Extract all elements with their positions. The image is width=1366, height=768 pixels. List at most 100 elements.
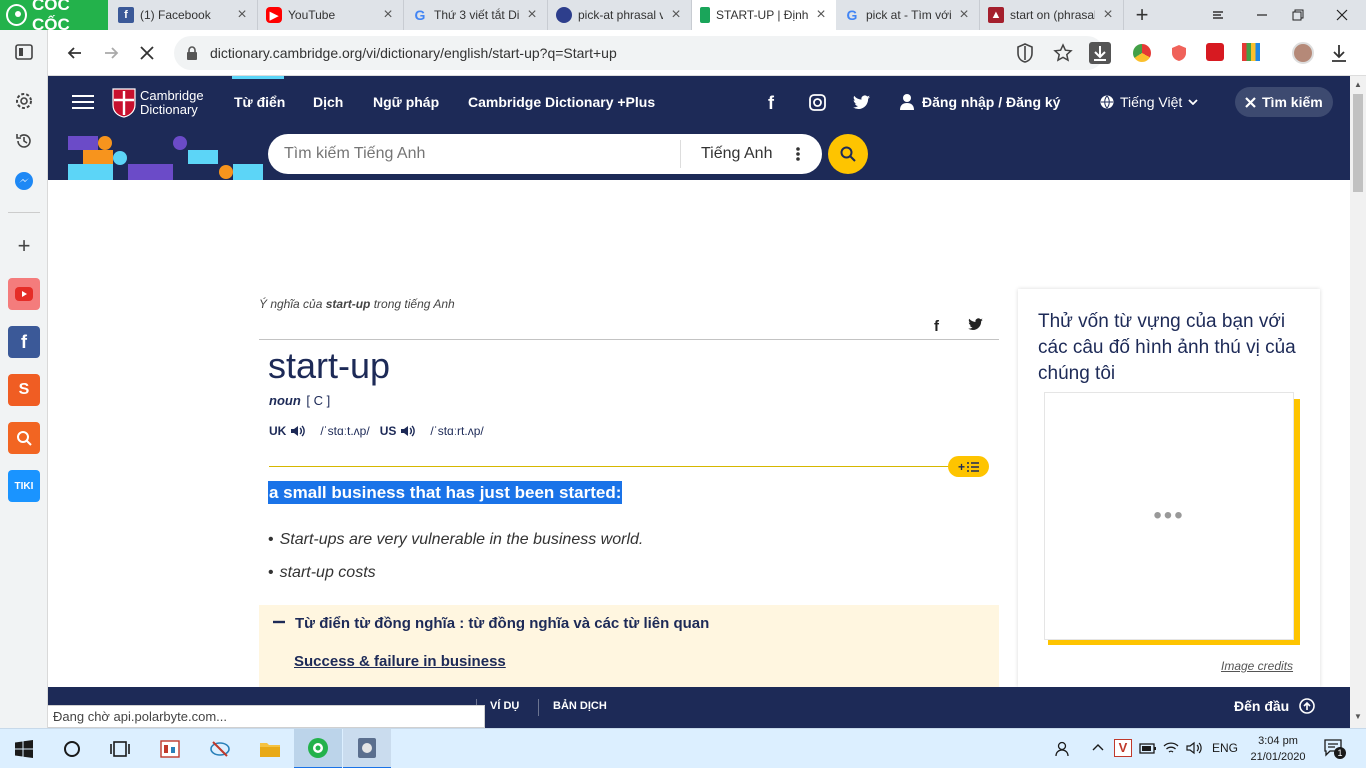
search-icon[interactable] — [8, 422, 40, 454]
add-to-wordlist-button[interactable]: + — [948, 456, 989, 477]
file-explorer-icon[interactable] — [246, 729, 294, 768]
downloads-arrow-icon[interactable] — [1330, 43, 1348, 63]
sidebar-toggle-icon[interactable] — [8, 36, 40, 68]
share-twitter-icon[interactable] — [968, 318, 983, 330]
adblock-icon[interactable] — [1171, 44, 1187, 62]
nav-grammar[interactable]: Ngữ pháp — [373, 76, 439, 128]
instagram-icon[interactable] — [809, 94, 826, 111]
clock[interactable]: 3:04 pm 21/01/2020 — [1248, 733, 1308, 765]
tab-pick-at[interactable]: pick-at phrasal v × — [548, 0, 692, 30]
close-tab-icon[interactable]: × — [1101, 6, 1115, 24]
page-scrollbar[interactable]: ▲ ▼ — [1350, 76, 1366, 728]
history-icon[interactable] — [8, 125, 40, 157]
back-to-top-button[interactable]: Đến đầu — [1234, 698, 1316, 714]
scroll-up-icon[interactable]: ▲ — [1354, 80, 1362, 89]
sync-extension-icon[interactable] — [1206, 43, 1224, 61]
tab-facebook[interactable]: f (1) Facebook × — [110, 0, 258, 30]
nav-dictionary-plus[interactable]: Cambridge Dictionary +Plus — [468, 76, 655, 128]
image-credits-link[interactable]: Image credits — [1221, 659, 1293, 673]
close-tab-icon[interactable]: × — [525, 6, 539, 24]
scrollbar-thumb[interactable] — [1353, 94, 1363, 192]
battery-icon[interactable] — [1139, 741, 1157, 755]
share-facebook-icon[interactable]: f — [934, 318, 939, 335]
input-language[interactable]: ENG — [1212, 741, 1238, 755]
search-input[interactable] — [284, 136, 680, 172]
nav-translate[interactable]: Dịch — [313, 76, 343, 128]
close-tab-icon[interactable]: × — [381, 6, 395, 24]
taskbar-app-2-icon[interactable] — [343, 729, 391, 768]
dictionary-selector[interactable]: Tiếng Anh — [681, 145, 801, 163]
close-tab-icon[interactable]: × — [814, 6, 828, 24]
action-center-icon[interactable]: 1 — [1324, 739, 1346, 759]
breadcrumb-word: start-up — [325, 297, 371, 311]
close-window-icon[interactable] — [1322, 0, 1362, 30]
shield-icon[interactable] — [1016, 43, 1034, 63]
minimize-icon[interactable] — [1242, 0, 1282, 30]
tab-title: START-UP | Định — [716, 8, 808, 22]
people-icon[interactable] — [1055, 741, 1071, 757]
settings-icon[interactable] — [8, 85, 40, 117]
more-options-icon — [796, 147, 801, 161]
close-tab-icon[interactable]: × — [235, 6, 249, 24]
twitter-icon[interactable] — [853, 95, 870, 109]
coccoc-taskbar-icon[interactable] — [294, 729, 342, 768]
tiki-icon[interactable]: TIKI — [8, 470, 40, 502]
cambridge-logo[interactable]: Cambridge Dictionary — [112, 88, 204, 118]
tab-google-1[interactable]: G Thứ 3 viết tắt Dif × — [404, 0, 548, 30]
dictionary-selector-label: Tiếng Anh — [701, 145, 773, 162]
definition: a small business that has just been star… — [268, 481, 623, 504]
back-icon[interactable] — [60, 38, 90, 68]
tab-google-2[interactable]: G pick at - Tìm với × — [836, 0, 980, 30]
thesaurus-link[interactable]: Success & failure in business — [294, 653, 506, 670]
youtube-icon[interactable] — [8, 278, 40, 310]
forward-icon[interactable] — [96, 38, 126, 68]
us-audio-icon[interactable] — [400, 425, 416, 437]
language-label: Tiếng Việt — [1120, 94, 1183, 110]
shopee-icon[interactable]: S — [8, 374, 40, 406]
nav-dictionary[interactable]: Từ điển — [234, 76, 285, 128]
volume-icon[interactable] — [1186, 741, 1204, 755]
browser-brand[interactable]: CỐC CỐC — [0, 0, 108, 34]
tab-list-icon[interactable] — [1198, 0, 1238, 30]
profile-avatar[interactable] — [1292, 42, 1314, 64]
colorful-extension-icon[interactable] — [1242, 43, 1260, 61]
collapse-icon[interactable] — [273, 616, 285, 628]
new-tab-icon[interactable]: + — [1130, 3, 1154, 27]
search-icon — [840, 146, 856, 162]
menu-icon[interactable] — [72, 94, 94, 110]
show-hidden-icons[interactable] — [1092, 743, 1104, 751]
wifi-icon[interactable] — [1163, 741, 1179, 755]
bookmark-star-icon[interactable] — [1053, 43, 1073, 63]
facebook-icon[interactable]: f — [768, 93, 774, 114]
taskbar-tool-icon[interactable] — [196, 729, 244, 768]
tab-start-on[interactable]: ▲ start on (phrasal × — [980, 0, 1124, 30]
chrome-extension-icon[interactable] — [1133, 44, 1151, 62]
download-icon[interactable] — [1089, 42, 1111, 64]
cortana-search-icon[interactable] — [48, 729, 96, 768]
windows-start-icon[interactable] — [0, 729, 48, 768]
scroll-down-icon[interactable]: ▼ — [1354, 712, 1362, 721]
uk-audio-icon[interactable] — [290, 425, 306, 437]
tab-start-up-active[interactable]: START-UP | Định × — [692, 0, 836, 30]
thesaurus-title[interactable]: Từ điển từ đồng nghĩa : từ đồng nghĩa và… — [295, 615, 709, 632]
nav-translations[interactable]: BẢN DỊCH — [553, 700, 607, 712]
facebook-icon[interactable]: f — [8, 326, 40, 358]
tab-title: pick-at phrasal v — [578, 8, 663, 22]
restore-icon[interactable] — [1278, 0, 1318, 30]
add-panel-icon[interactable]: + — [8, 230, 40, 262]
language-selector[interactable]: Tiếng Việt — [1100, 76, 1198, 128]
search-toggle-button[interactable]: Tìm kiếm — [1235, 87, 1333, 117]
tab-youtube[interactable]: ▶ YouTube × — [258, 0, 404, 30]
task-view-icon[interactable] — [96, 729, 144, 768]
quiz-image[interactable]: ••• — [1044, 392, 1294, 640]
taskbar-app-icon[interactable] — [146, 729, 194, 768]
search-submit-button[interactable] — [828, 134, 868, 174]
close-tab-icon[interactable]: × — [957, 6, 971, 24]
nav-examples[interactable]: VÍ DỤ — [490, 700, 519, 712]
url-field[interactable]: dictionary.cambridge.org/vi/dictionary/e… — [174, 36, 1104, 70]
unikey-icon[interactable]: V — [1114, 739, 1132, 757]
stop-loading-icon[interactable] — [132, 38, 162, 68]
close-tab-icon[interactable]: × — [669, 6, 683, 24]
messenger-icon[interactable] — [8, 165, 40, 197]
login-link[interactable]: Đăng nhập / Đăng ký — [900, 76, 1060, 128]
